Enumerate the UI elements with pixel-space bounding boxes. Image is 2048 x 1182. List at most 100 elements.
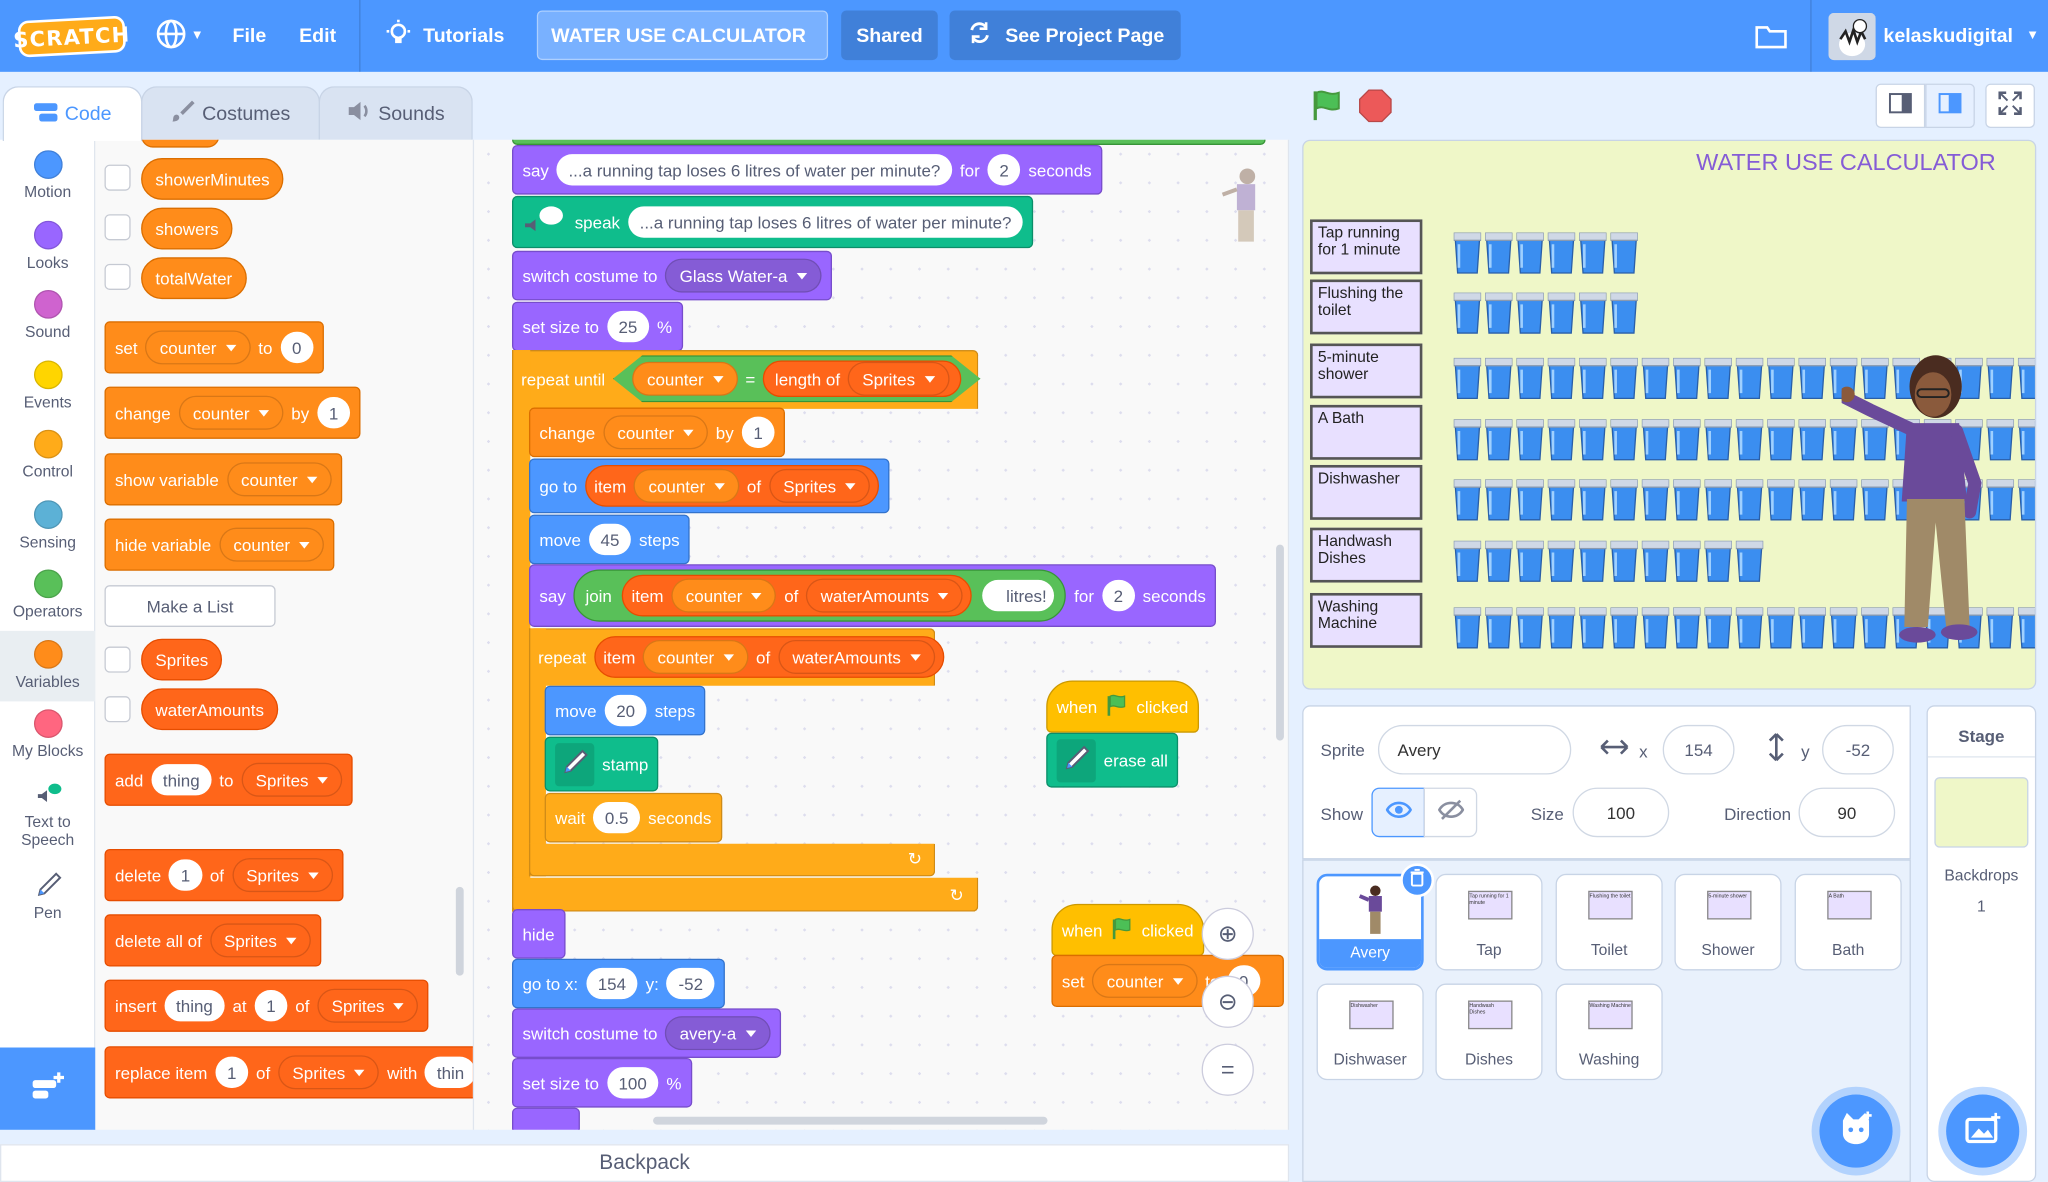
list-checkbox[interactable] — [104, 646, 131, 673]
wait-block[interactable]: wait 0.5 seconds — [544, 792, 722, 843]
list-dropdown[interactable]: Sprites — [768, 468, 871, 503]
message-input[interactable]: ...a running tap loses 6 litres of water… — [627, 206, 1024, 238]
set-size-block[interactable]: set size to 100 % — [511, 1057, 692, 1108]
hide-block[interactable]: hide — [511, 909, 565, 959]
change-counter-block[interactable]: change counter by 1 — [528, 407, 785, 458]
tutorials-button[interactable]: Tutorials — [384, 0, 504, 72]
variable-dropdown[interactable]: counter — [219, 527, 325, 562]
say-for-block[interactable]: say ...a running tap loses 6 litres of w… — [511, 144, 1103, 195]
list-reporter[interactable]: waterAmounts — [141, 688, 279, 731]
add-extension-button[interactable] — [0, 1047, 96, 1130]
value-input[interactable]: 1 — [169, 859, 202, 891]
hide-variable-block[interactable]: hide variable counter — [104, 518, 335, 571]
sprite-thumbnail[interactable]: Handwash Dishes Dishes — [1435, 983, 1543, 1081]
choose-sprite-button[interactable] — [1819, 1094, 1893, 1168]
stamp-block[interactable]: stamp — [544, 736, 659, 792]
go-to-xy-block[interactable]: go to x: 154 y: -52 — [511, 958, 726, 1009]
delete-from-list-block[interactable]: delete 1 of Sprites — [104, 848, 344, 902]
value-input[interactable]: 1 — [254, 990, 288, 1022]
file-menu[interactable]: File — [232, 0, 266, 72]
variable-reporter[interactable]: showerMinutes — [141, 158, 284, 200]
variable-checkbox[interactable] — [104, 214, 131, 241]
flyout-scrollbar[interactable] — [455, 886, 464, 976]
when-flag-clicked-block[interactable]: when clicked — [1046, 680, 1199, 733]
list-dropdown[interactable]: Sprites — [847, 361, 950, 396]
length-of-reporter[interactable]: length of Sprites — [763, 360, 961, 398]
sprite-thumbnail[interactable]: Avery — [1316, 863, 1435, 971]
backdrop-thumbnail[interactable] — [1934, 777, 2029, 848]
counter-reporter[interactable]: counter — [634, 468, 740, 503]
add-to-list-block[interactable]: add thing to Sprites — [104, 753, 353, 806]
sprite-thumbnail[interactable]: Dishwasher Dishwaser — [1316, 983, 1424, 1081]
variable-dropdown[interactable]: counter — [602, 415, 708, 450]
tab-code[interactable]: Code — [2, 86, 143, 142]
sprite-thumbnail[interactable]: Tap running for 1 minute Tap — [1435, 873, 1543, 971]
seconds-input[interactable]: 0.5 — [593, 801, 641, 834]
variable-dropdown[interactable]: counter — [145, 330, 251, 365]
item-of-reporter[interactable]: item counter of waterAmounts — [622, 574, 973, 617]
category-my-blocks[interactable]: My Blocks — [0, 709, 95, 760]
go-to-block[interactable]: go to item counter of Sprites — [528, 458, 890, 514]
set-variable-block[interactable]: set counter to 0 — [104, 321, 324, 374]
folder-icon[interactable] — [1754, 0, 1788, 72]
delete-all-block[interactable]: delete all of Sprites — [104, 914, 322, 967]
zoom-reset-button[interactable]: = — [1201, 1043, 1254, 1096]
direction-input[interactable]: 90 — [1798, 787, 1896, 838]
value-input[interactable]: 0 — [280, 331, 314, 364]
small-stage-button[interactable] — [1875, 83, 1926, 128]
category-variables[interactable]: Variables — [0, 630, 96, 702]
variable-checkbox[interactable] — [104, 164, 131, 191]
value-input[interactable]: thing — [164, 990, 225, 1022]
y-input[interactable]: -52 — [666, 967, 715, 1000]
seconds-input[interactable]: 2 — [1101, 579, 1135, 612]
insert-block[interactable]: insert thing at 1 of Sprites — [104, 979, 429, 1032]
steps-input[interactable]: 45 — [588, 523, 632, 556]
list-checkbox[interactable] — [104, 696, 131, 723]
category-motion[interactable]: Motion — [0, 150, 95, 201]
see-project-page-button[interactable]: See Project Page — [949, 10, 1181, 61]
list-dropdown[interactable]: waterAmounts — [806, 578, 964, 613]
sprite-thumbnail[interactable]: A Bath Bath — [1794, 873, 1902, 971]
large-stage-button[interactable] — [1925, 83, 1975, 128]
category-sensing[interactable]: Sensing — [0, 500, 95, 551]
show-variable-block[interactable]: show variable counter — [104, 453, 343, 506]
say-join-block[interactable]: say join item counter of waterAmounts li… — [528, 564, 1217, 627]
text-input[interactable]: litres! — [982, 579, 1055, 612]
item-of-reporter[interactable]: item counter of waterAmounts — [594, 636, 944, 678]
move-block[interactable]: move 20 steps — [544, 685, 706, 736]
zoom-in-button[interactable]: ⊕ — [1201, 907, 1254, 960]
change-variable-block[interactable]: change counter by 1 — [104, 386, 361, 439]
join-reporter[interactable]: join item counter of waterAmounts litres… — [573, 569, 1067, 622]
language-menu[interactable]: ▼ — [155, 0, 204, 72]
project-title-input[interactable]: WATER USE CALCULATOR — [536, 10, 829, 61]
size-input[interactable]: 100 — [1572, 787, 1670, 838]
sprite-thumbnail[interactable]: 5-minute shower Shower — [1674, 873, 1782, 971]
speak-block[interactable]: speak ...a running tap loses 6 litres of… — [511, 195, 1034, 249]
counter-reporter[interactable]: counter — [632, 361, 738, 396]
category-text-to-speech[interactable]: Text to Speech — [0, 780, 95, 849]
when-flag-clicked-block[interactable]: when clicked — [1051, 903, 1205, 957]
size-input[interactable]: 25 — [606, 310, 650, 343]
sprite-name-input[interactable]: Avery — [1377, 724, 1572, 775]
sprite-thumbnail[interactable]: Washing Machine Washing — [1555, 983, 1663, 1081]
list-reporter[interactable]: Sprites — [141, 638, 223, 681]
account-menu[interactable]: kelaskudigital ▼ — [1828, 0, 2039, 72]
tab-sounds[interactable]: Sounds — [318, 86, 473, 140]
set-size-block[interactable]: set size to 25 % — [511, 301, 683, 352]
switch-costume-block[interactable]: switch costume to Glass Water-a — [511, 250, 832, 301]
list-dropdown[interactable]: waterAmounts — [777, 639, 935, 674]
stage-canvas[interactable]: WATER USE CALCULATOR Tap running for 1 m… — [1302, 139, 2037, 690]
y-input[interactable]: -52 — [1822, 724, 1894, 775]
variable-reporter[interactable]: showers — [141, 207, 234, 250]
size-input[interactable]: 100 — [606, 1067, 659, 1099]
list-dropdown[interactable]: Sprites — [209, 923, 311, 958]
variable-dropdown[interactable]: counter — [226, 462, 332, 497]
value-input[interactable]: thin — [425, 1056, 473, 1088]
costume-dropdown[interactable]: avery-a — [665, 1016, 771, 1051]
variable-checkbox[interactable] — [104, 263, 131, 290]
value-input[interactable]: thing — [151, 764, 212, 796]
fullscreen-button[interactable] — [1985, 83, 2035, 128]
list-dropdown[interactable]: Sprites — [241, 762, 343, 797]
value-input[interactable]: 1 — [215, 1056, 249, 1088]
tab-costumes[interactable]: Costumes — [141, 86, 320, 140]
